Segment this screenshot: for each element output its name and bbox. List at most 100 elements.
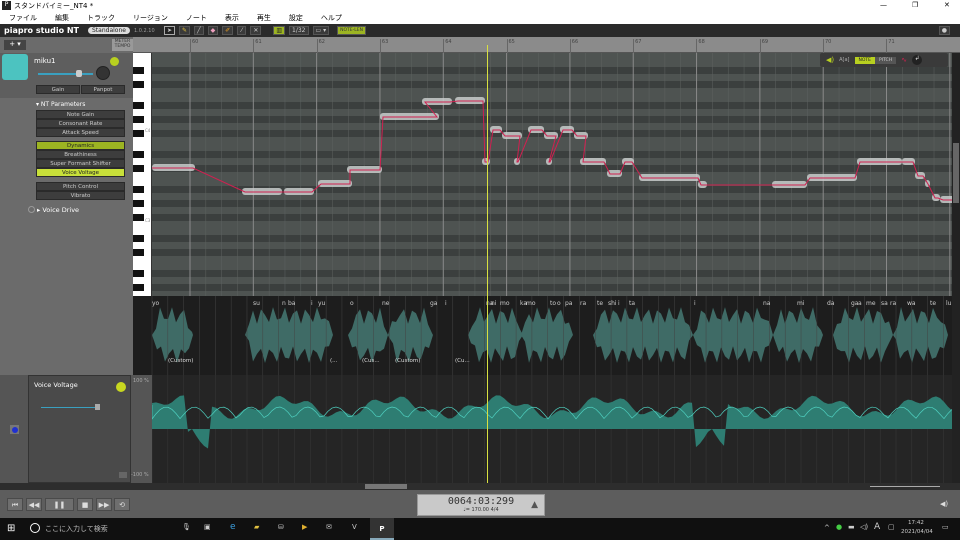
black-key[interactable] bbox=[133, 214, 144, 221]
vibrato-label[interactable]: (... bbox=[330, 358, 337, 364]
fast-forward-button[interactable]: ▶▶ bbox=[96, 498, 112, 511]
sound-icon[interactable]: ◁) bbox=[860, 523, 868, 531]
vocaloid-icon[interactable]: V bbox=[352, 523, 357, 531]
task-view-icon[interactable]: ▣ bbox=[204, 523, 211, 531]
clock-date[interactable]: 2021/04/04 bbox=[901, 529, 933, 535]
mic-icon[interactable]: 🎙 bbox=[182, 523, 191, 531]
lyric-label[interactable]: yo bbox=[152, 300, 159, 307]
rewind-button[interactable]: ◀◀ bbox=[26, 498, 42, 511]
nt-parameters-header[interactable]: ▾ NT Parameters bbox=[36, 101, 85, 108]
loop-button[interactable]: ⟲ bbox=[114, 498, 130, 511]
black-key[interactable] bbox=[133, 116, 144, 123]
vibrato-label[interactable]: (Custom) bbox=[168, 358, 193, 364]
lyric-label[interactable]: te bbox=[930, 300, 936, 307]
media-icon[interactable]: ▶ bbox=[302, 523, 307, 531]
black-key[interactable] bbox=[133, 284, 144, 291]
black-key[interactable] bbox=[133, 186, 144, 193]
security-icon[interactable]: ● bbox=[836, 523, 842, 531]
lyric-label[interactable]: o bbox=[350, 300, 354, 307]
lyric-label[interactable]: da bbox=[827, 300, 835, 307]
stop-button[interactable]: ■ bbox=[77, 498, 93, 511]
curve-pitch-control[interactable]: Pitch Control bbox=[36, 182, 125, 191]
lyric-label[interactable]: to bbox=[550, 300, 556, 307]
waveform-lane[interactable]: yo su n ba i yu o ne ga i na ni mo ka mo to o pa ra te shi i t… bbox=[133, 296, 952, 375]
menu-region[interactable]: リージョン bbox=[124, 13, 177, 23]
lyric-label[interactable]: a bbox=[858, 300, 862, 307]
lyric-label[interactable]: me bbox=[866, 300, 876, 307]
lyric-label[interactable]: shi bbox=[608, 300, 617, 307]
piapro-taskbar-icon[interactable]: P bbox=[370, 518, 394, 540]
menu-view[interactable]: 表示 bbox=[216, 13, 248, 23]
ime-pad-icon[interactable]: ▢ bbox=[888, 523, 895, 531]
black-key[interactable] bbox=[133, 270, 144, 277]
black-key[interactable] bbox=[133, 249, 144, 256]
cortana-icon[interactable] bbox=[30, 523, 40, 533]
minimize-button[interactable]: — bbox=[880, 1, 887, 9]
playhead[interactable] bbox=[487, 45, 488, 483]
voice-drive-power-icon[interactable] bbox=[28, 206, 35, 213]
tray-chevron-icon[interactable]: ^ bbox=[824, 524, 830, 532]
parameter-slider[interactable] bbox=[41, 407, 97, 408]
brush-tool-icon[interactable]: ✐ bbox=[222, 26, 234, 35]
lyric-label[interactable]: ni bbox=[491, 300, 496, 307]
menu-play[interactable]: 再生 bbox=[248, 13, 280, 23]
parameter-graph[interactable] bbox=[152, 375, 952, 483]
lyric-label[interactable]: n bbox=[282, 300, 286, 307]
lyric-label[interactable]: i bbox=[445, 300, 447, 307]
lyric-label[interactable]: na bbox=[763, 300, 770, 307]
lyric-label[interactable]: lu bbox=[946, 300, 951, 307]
mail-icon[interactable]: ✉ bbox=[326, 523, 332, 531]
menu-file[interactable]: ファイル bbox=[0, 13, 46, 23]
add-track-button[interactable]: + ▾ bbox=[4, 40, 26, 50]
lyric-label[interactable]: ra bbox=[890, 300, 896, 307]
lane-toggle[interactable] bbox=[9, 424, 20, 435]
param-note-gain[interactable]: Note Gain bbox=[36, 110, 125, 119]
lyric-label[interactable]: o bbox=[557, 300, 561, 307]
settings-icon[interactable]: ● bbox=[938, 26, 950, 35]
menu-edit[interactable]: 編集 bbox=[46, 13, 78, 23]
lyric-label[interactable]: ra bbox=[580, 300, 586, 307]
lyric-label[interactable]: mo bbox=[526, 300, 536, 307]
black-key[interactable] bbox=[133, 151, 144, 158]
note-mode-button[interactable]: NOTE bbox=[854, 56, 876, 64]
lyric-label[interactable]: wa bbox=[907, 300, 916, 307]
lyric-label[interactable]: mo bbox=[500, 300, 510, 307]
snap-toggle[interactable]: ▥ bbox=[273, 26, 286, 35]
pause-button[interactable]: ❚❚ bbox=[45, 498, 74, 511]
curve-dynamics[interactable]: Dynamics bbox=[36, 141, 125, 150]
pan-knob[interactable] bbox=[96, 66, 110, 80]
parameter-slider-handle[interactable] bbox=[95, 404, 100, 410]
lyric-label[interactable]: yu bbox=[318, 300, 325, 307]
param-consonant-rate[interactable]: Consonant Rate bbox=[36, 119, 125, 128]
line-tool-icon[interactable]: ╱ bbox=[194, 26, 204, 35]
lyric-label[interactable]: i bbox=[694, 300, 696, 307]
param-attack-speed[interactable]: Attack Speed bbox=[36, 128, 125, 137]
notification-icon[interactable]: ▭ bbox=[942, 523, 949, 531]
store-icon[interactable]: ⛁ bbox=[278, 523, 284, 531]
maximize-button[interactable]: ❐ bbox=[912, 1, 918, 9]
collapse-button[interactable] bbox=[119, 472, 127, 478]
piano-roll[interactable]: ◀) A[a] NOTE PITCH ∿ ↲ bbox=[152, 53, 952, 296]
lyric-label[interactable]: ta bbox=[629, 300, 635, 307]
lyric-label[interactable]: i bbox=[311, 300, 313, 307]
pencil-tool-icon[interactable]: ✎ bbox=[179, 26, 191, 35]
black-key[interactable] bbox=[133, 235, 144, 242]
lyric-label[interactable]: mi bbox=[797, 300, 805, 307]
curve-voice-voltage[interactable]: Voice Voltage bbox=[36, 168, 125, 177]
menu-track[interactable]: トラック bbox=[78, 13, 124, 23]
menu-note[interactable]: ノート bbox=[177, 13, 216, 23]
lyric-label[interactable]: ne bbox=[382, 300, 390, 307]
parameter-enable-button[interactable] bbox=[116, 382, 126, 392]
voice-drive-header[interactable]: ▸ Voice Drive bbox=[37, 206, 79, 214]
zoom-slider[interactable] bbox=[870, 486, 940, 487]
knife-tool-icon[interactable]: ⁄ bbox=[237, 26, 247, 35]
vibrato-label[interactable]: (Custom) bbox=[395, 358, 420, 364]
volume-slider-handle[interactable] bbox=[76, 70, 82, 77]
black-key[interactable] bbox=[133, 102, 144, 109]
solo-button[interactable] bbox=[110, 57, 119, 66]
black-key[interactable] bbox=[133, 81, 144, 88]
black-key[interactable] bbox=[133, 165, 144, 172]
lyric-label[interactable]: pa bbox=[565, 300, 573, 307]
explorer-icon[interactable]: ▰ bbox=[254, 523, 259, 531]
note-length-button[interactable]: NOTE-LEN bbox=[337, 26, 366, 35]
